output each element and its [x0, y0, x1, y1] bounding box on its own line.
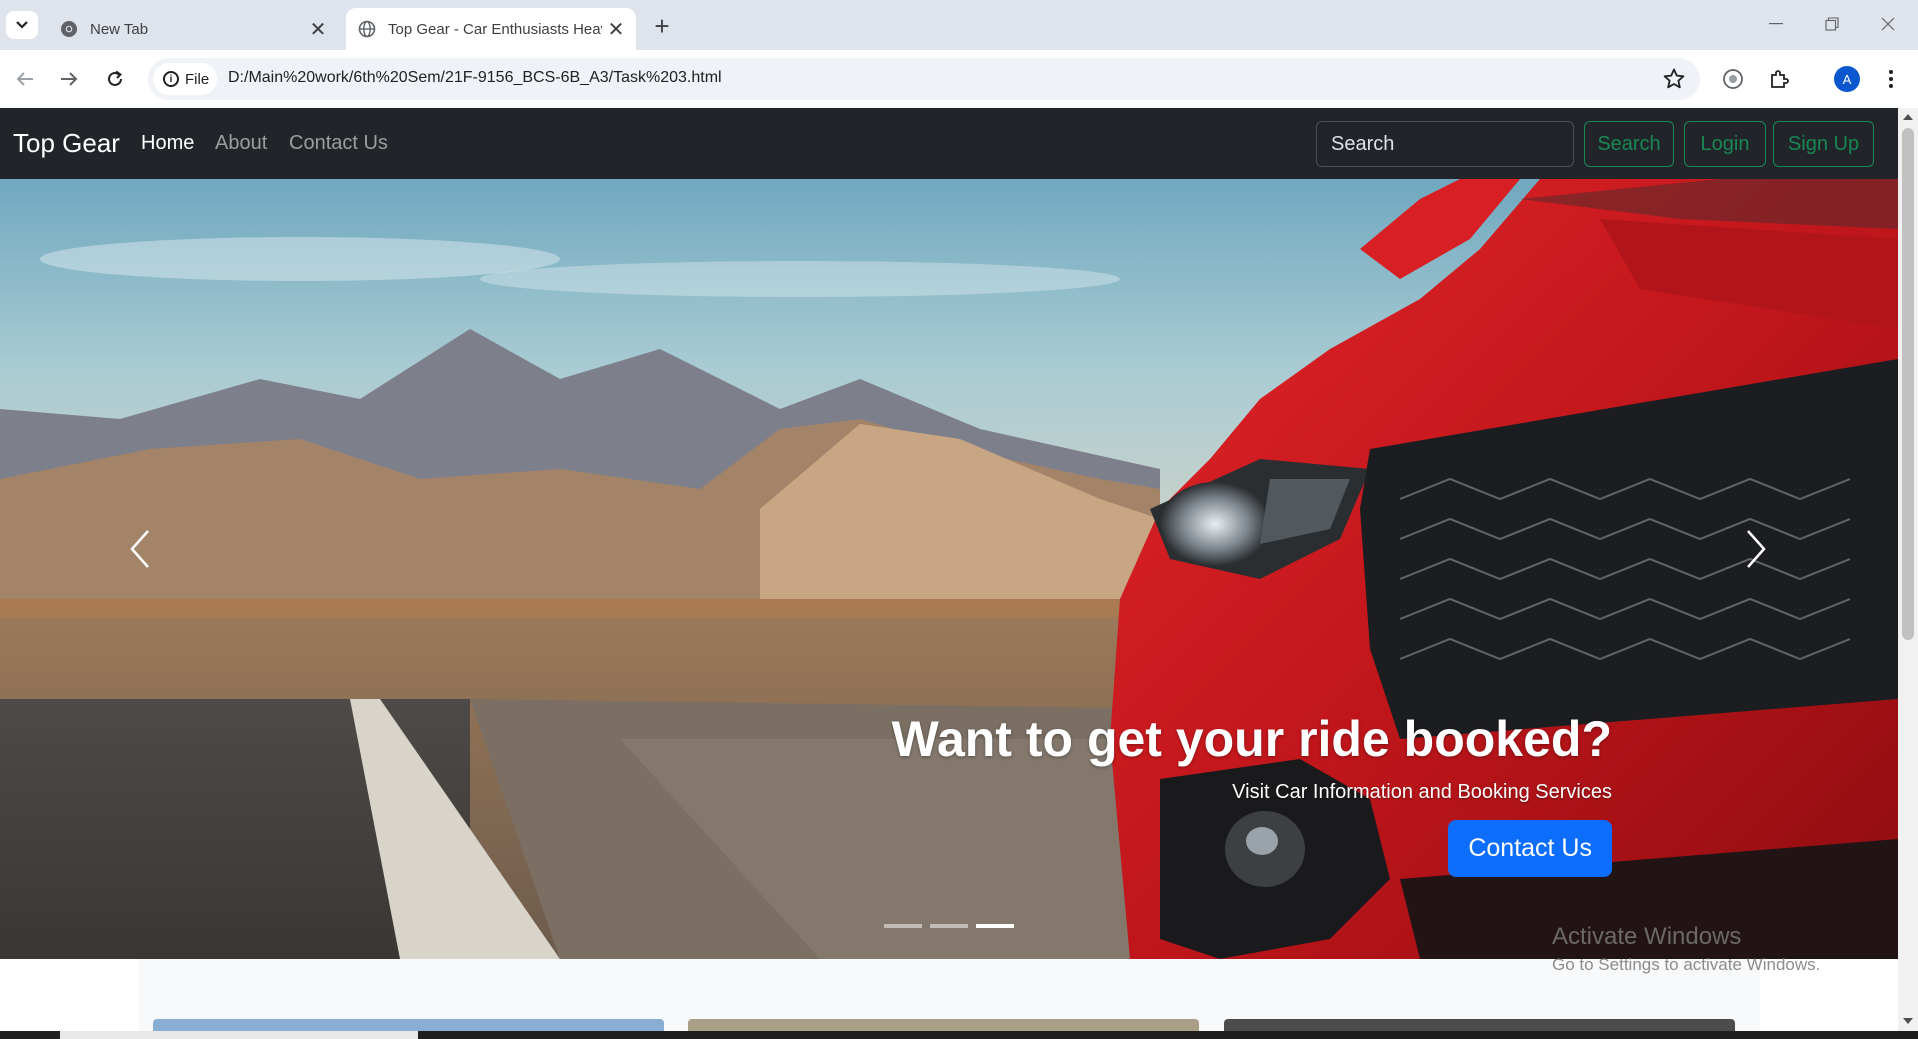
signup-button[interactable]: Sign Up — [1773, 121, 1874, 167]
card-image-1[interactable] — [153, 1019, 664, 1031]
close-glyph — [1881, 17, 1895, 31]
card-image-2[interactable] — [688, 1019, 1199, 1031]
activate-windows-watermark: Activate Windows Go to Settings to activ… — [1552, 923, 1820, 975]
hero-carousel: Want to get your ride booked? Visit Car … — [0, 179, 1898, 959]
scroll-down-arrow-icon[interactable] — [1903, 1018, 1913, 1024]
nav-link-home[interactable]: Home — [141, 132, 194, 155]
nav-link-about[interactable]: About — [215, 132, 267, 155]
profile-avatar[interactable]: A — [1834, 66, 1860, 92]
carousel-caption: Want to get your ride booked? Visit Car … — [892, 709, 1612, 877]
login-button[interactable]: Login — [1684, 121, 1766, 167]
carousel-indicators — [884, 924, 1014, 928]
back-icon[interactable] — [10, 64, 40, 94]
taskbar-window-preview — [60, 1031, 418, 1039]
arrow-right-glyph — [61, 72, 78, 86]
extension-puzzle-cloud-icon[interactable] — [1718, 64, 1748, 94]
scrollbar-thumb[interactable] — [1902, 128, 1914, 640]
page-scrollbar[interactable] — [1898, 108, 1918, 1031]
new-tab-button[interactable]: + — [648, 11, 676, 41]
url-text[interactable]: D:/Main%20work/6th%20Sem/21F-9156_BCS-6B… — [228, 69, 722, 87]
carousel-subtext: Visit Car Information and Booking Servic… — [1232, 781, 1612, 803]
carousel-indicator-3[interactable] — [976, 924, 1014, 928]
close-icon[interactable]: ✕ — [602, 15, 630, 43]
forward-icon[interactable] — [54, 64, 84, 94]
carousel-heading: Want to get your ride booked? — [891, 711, 1612, 767]
puzzle-glyph — [1771, 70, 1789, 88]
tab-search-menu-button[interactable] — [6, 11, 38, 39]
arrow-left-glyph — [16, 72, 33, 86]
browser-tab-strip: New Tab ✕ Top Gear - Car Enthusiasts Hea… — [0, 0, 1918, 50]
os-taskbar — [0, 1031, 1918, 1039]
chevron-left-icon — [130, 530, 149, 568]
kebab-menu-icon[interactable] — [1876, 64, 1906, 94]
globe-icon — [358, 20, 376, 38]
window-close-icon[interactable] — [1868, 8, 1908, 40]
carousel-next-button[interactable] — [1726, 519, 1786, 579]
reload-glyph — [108, 70, 123, 86]
site-info-label: File — [185, 70, 210, 88]
tab-top-gear[interactable]: Top Gear - Car Enthusiasts Heaven ✕ — [346, 8, 636, 50]
carousel-prev-button[interactable] — [110, 519, 170, 579]
browser-toolbar: i File D:/Main%20work/6th%20Sem/21F-9156… — [0, 50, 1918, 108]
restore-icon[interactable] — [1812, 8, 1852, 40]
search-button[interactable]: Search — [1584, 121, 1674, 167]
reload-icon[interactable] — [100, 64, 130, 94]
navbar: Top Gear Home About Contact Us Search Lo… — [0, 108, 1898, 179]
chevron-down-icon — [16, 21, 28, 29]
tab-new-tab[interactable]: New Tab ✕ — [48, 8, 338, 50]
watermark-title: Activate Windows — [1552, 923, 1742, 950]
card-image-3[interactable] — [1224, 1019, 1735, 1031]
carousel-indicator-2[interactable] — [930, 924, 968, 928]
scroll-up-arrow-icon[interactable] — [1903, 114, 1913, 120]
bookmark-star-icon[interactable] — [1662, 67, 1686, 91]
extension-glyph — [1723, 69, 1743, 89]
carousel-contact-button[interactable]: Contact Us — [1448, 820, 1612, 877]
nav-link-contact[interactable]: Contact Us — [289, 132, 388, 155]
watermark-subtitle: Go to Settings to activate Windows. — [1552, 955, 1821, 974]
close-icon[interactable]: ✕ — [304, 15, 332, 43]
page-viewport: Top Gear Home About Contact Us Search Lo… — [0, 108, 1918, 1031]
dots-glyph — [1889, 70, 1893, 88]
tab-title: New Tab — [90, 20, 149, 38]
tab-title: Top Gear - Car Enthusiasts Heaven — [388, 20, 602, 38]
search-input[interactable] — [1316, 121, 1574, 167]
restore-glyph — [1825, 17, 1839, 31]
navbar-brand[interactable]: Top Gear — [13, 128, 120, 159]
site-info-chip[interactable]: i File — [153, 63, 217, 95]
minimize-glyph — [1769, 23, 1783, 25]
chrome-icon — [61, 21, 77, 37]
carousel-indicator-1[interactable] — [884, 924, 922, 928]
extensions-icon[interactable] — [1764, 64, 1794, 94]
address-bar[interactable]: i File D:/Main%20work/6th%20Sem/21F-9156… — [148, 58, 1700, 100]
info-icon: i — [163, 71, 179, 87]
cards-container — [138, 959, 1760, 1031]
chevron-right-icon — [1747, 530, 1766, 568]
minimize-icon[interactable] — [1756, 8, 1796, 40]
